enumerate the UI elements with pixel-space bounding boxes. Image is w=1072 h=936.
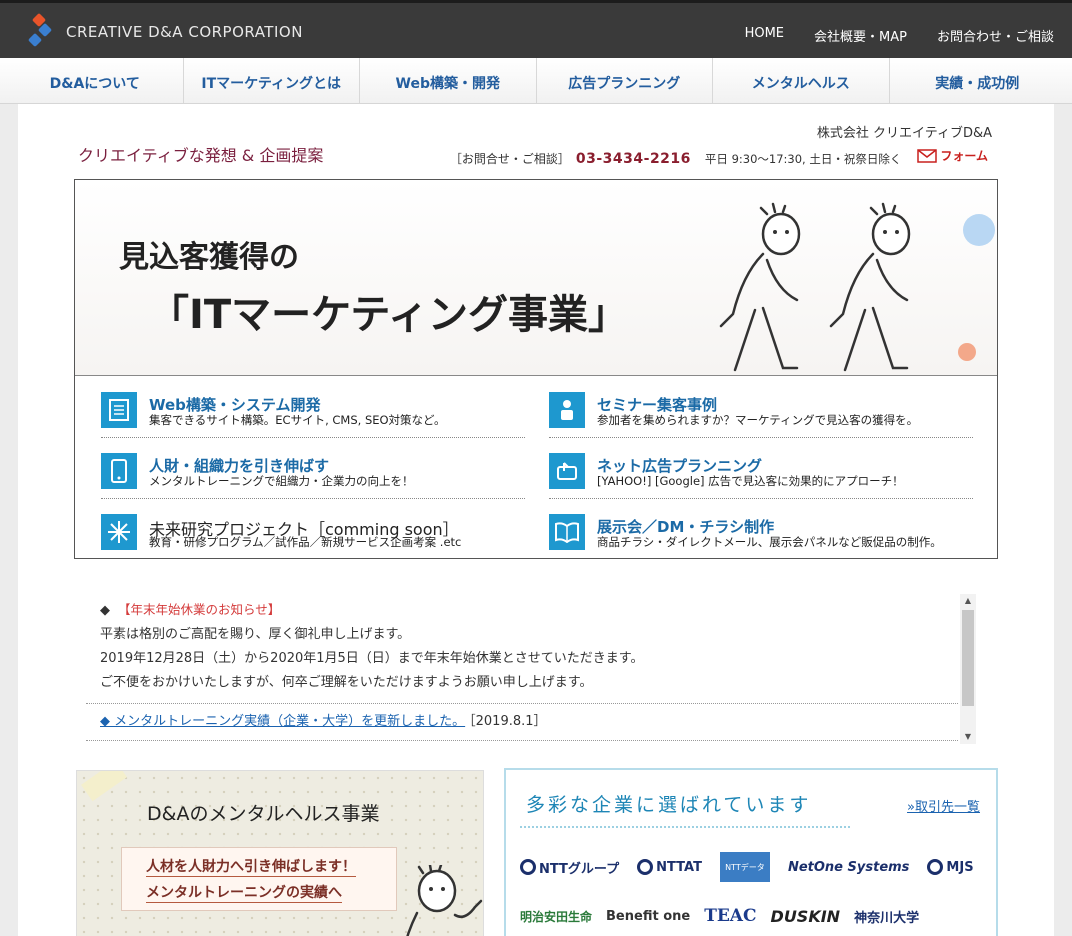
hero-line2: 「ITマーケティング事業」 — [149, 292, 628, 338]
client-logo[interactable]: DUSKIN — [771, 907, 841, 926]
news-line: 平素は格別のご高配を賜り、厚く御礼申し上げます。 — [100, 627, 411, 642]
gnav-results[interactable]: 実績・成功例 — [890, 58, 1066, 103]
tagline: クリエイティブな発想 & 企画提案 — [78, 146, 324, 165]
service-desc: 商品チラシ・ダイレクトメール、展示会パネルなど販促品の制作。 — [597, 535, 942, 549]
company-name: 株式会社 クリエイティブD&A — [816, 126, 992, 141]
gnav-it-marketing[interactable]: ITマーケティングとは — [184, 58, 360, 103]
service-title[interactable]: ネット広告プランニング — [597, 455, 762, 476]
scroll-down-icon[interactable]: ▼ — [960, 730, 976, 744]
news-bullet: ◆ — [100, 603, 110, 618]
scroll-thumb[interactable] — [962, 610, 974, 706]
client-logo[interactable]: NTTグループ — [520, 858, 619, 877]
hero-line1: 見込客獲得の — [119, 240, 299, 275]
service-web[interactable]: Web構築・システム開発 集客できるサイト構築。ECサイト, CMS, SEO対… — [101, 382, 525, 438]
service-desc: 教育・研修プログラム／試作品／新規サービス企画考案 .etc — [149, 535, 462, 549]
title-underline — [520, 824, 850, 828]
mjs-icon — [927, 859, 944, 875]
company-logo[interactable] — [24, 11, 60, 53]
person-icon — [549, 392, 585, 428]
gnav-web[interactable]: Web構築・開発 — [360, 58, 537, 103]
topnav-company[interactable]: 会社概要・MAP — [814, 26, 907, 45]
phone-number: 03-3434-2216 — [575, 150, 691, 167]
client-logos-row-1: NTTグループ NTTAT NTTデータ NetOne Systems MJS — [520, 852, 974, 882]
tablet-icon — [101, 453, 137, 489]
gnav-mental-health[interactable]: メンタルヘルス — [713, 58, 890, 103]
scroll-up-icon[interactable]: ▲ — [960, 594, 976, 608]
sparkle-icon — [101, 514, 137, 550]
client-logo[interactable]: 神奈川大学 — [854, 907, 919, 926]
document-icon — [101, 392, 137, 428]
topnav-contact[interactable]: お問合わせ・ご相談 — [937, 26, 1054, 45]
clients-title: 多彩な企業に選ばれています — [526, 794, 812, 816]
top-bar: CREATIVE D&A CORPORATION HOME 会社概要・MAP お… — [0, 0, 1072, 58]
tape-decoration — [81, 771, 127, 802]
news-title: 【年末年始休業のお知らせ】 — [118, 602, 281, 617]
gnav-ads[interactable]: 広告プランニング — [537, 58, 713, 103]
form-label: フォーム — [940, 149, 988, 163]
news-date: ［2019.8.1］ — [469, 714, 547, 729]
hero-box: 見込客獲得の 「ITマーケティング事業」 Web構築・システム開発 集客できるサ… — [74, 179, 998, 559]
news-heading: ◆ 【年末年始休業のお知らせ】 — [86, 594, 958, 623]
contact-label: ［お問合せ・ご相談］ — [449, 151, 570, 166]
client-logos-row-2: 明治安田生命 Benefit one TEAC DUSKIN 神奈川大学 — [520, 906, 919, 926]
client-logo[interactable]: MJS — [927, 859, 974, 875]
mental-health-card[interactable]: D&Aのメンタルヘルス事業 人材を人財力へ引き伸ばします！ メンタルトレーニング… — [76, 770, 484, 936]
news-content: ◆ 【年末年始休業のお知らせ】 平素は格別のご高配を賜り、厚く御礼申し上げます。 … — [86, 594, 958, 744]
mental-card-title: D&Aのメンタルヘルス事業 — [147, 803, 380, 825]
client-logo[interactable]: NetOne Systems — [788, 860, 909, 875]
service-title[interactable]: セミナー集客事例 — [597, 394, 717, 415]
contact-form-link[interactable]: フォーム — [917, 147, 988, 164]
mail-icon — [917, 148, 938, 163]
brand-name[interactable]: CREATIVE D&A CORPORATION — [66, 23, 303, 41]
service-title[interactable]: 人財・組織力を引き伸ばす — [149, 455, 329, 476]
person-illustration — [406, 865, 483, 936]
walking-people-illustration — [719, 202, 995, 372]
news-panel[interactable]: ◆ 【年末年始休業のお知らせ】 平素は格別のご高配を賜り、厚く御礼申し上げます。 … — [86, 594, 976, 744]
clients-card: 多彩な企業に選ばれています »取引先一覧 NTTグループ NTTAT NTTデー… — [504, 768, 998, 936]
service-title[interactable]: Web構築・システム開発 — [149, 394, 320, 415]
client-logo[interactable]: NTTデータ — [719, 852, 770, 882]
service-title[interactable]: 展示会／DM・チラシ制作 — [597, 516, 774, 537]
service-desc: 集客できるサイト構築。ECサイト, CMS, SEO対策など。 — [149, 413, 446, 427]
service-desc: メンタルトレーニングで組織力・企業力の向上を！ — [149, 474, 414, 488]
news-divider — [86, 740, 958, 741]
service-seminar[interactable]: セミナー集客事例 参加者を集められますか？マーケティングで見込客の獲得を。 — [549, 382, 973, 438]
news-line: ご不便をおかけいたしますが、何卒ご理解をいただけますようお願い申し上げます。 — [100, 675, 593, 690]
news-line: 2019年12月28日（土）から2020年1月5日（日）まで年末年始休業とさせて… — [100, 651, 644, 666]
news-scrollbar[interactable]: ▲ ▼ — [960, 594, 976, 744]
client-logo[interactable]: Benefit one — [606, 909, 690, 924]
hero-banner[interactable]: 見込客獲得の 「ITマーケティング事業」 — [75, 180, 997, 376]
client-logo[interactable]: TEAC — [704, 906, 756, 926]
clients-list-link[interactable]: »取引先一覧 — [907, 796, 980, 815]
ntt-icon — [520, 859, 536, 875]
topnav-home[interactable]: HOME — [745, 26, 784, 45]
news-item: ◆ メンタルトレーニング実績（企業・大学）を更新しました。 ［2019.8.1］ — [86, 704, 958, 734]
service-future[interactable]: 未来研究プロジェクト［comming soon］ 教育・研修プログラム／試作品／… — [101, 504, 525, 560]
business-hours: 平日 9:30〜17:30, 土日・祝祭日除く — [704, 151, 902, 166]
service-ads[interactable]: ネット広告プランニング [YAHOO!] [Google] 広告で見込客に効果的… — [549, 443, 973, 499]
service-exhibition[interactable]: 展示会／DM・チラシ制作 商品チラシ・ダイレクトメール、展示会パネルなど販促品の… — [549, 504, 973, 556]
service-desc: [YAHOO!] [Google] 広告で見込客に効果的にアプローチ！ — [597, 474, 904, 488]
book-icon — [549, 514, 585, 550]
gnav-about[interactable]: D&Aについて — [7, 58, 184, 103]
client-logo[interactable]: 明治安田生命 — [520, 908, 592, 925]
global-nav: D&Aについて ITマーケティングとは Web構築・開発 広告プランニング メン… — [0, 58, 1072, 104]
ntt-icon — [637, 859, 654, 875]
mental-card-box[interactable]: 人材を人財力へ引き伸ばします！ メンタルトレーニングの実績へ — [121, 847, 397, 911]
client-logo[interactable]: NTTAT — [637, 859, 702, 875]
contact-line: ［お問合せ・ご相談］ 03-3434-2216 平日 9:30〜17:30, 土… — [450, 147, 988, 167]
service-hr[interactable]: 人財・組織力を引き伸ばす メンタルトレーニングで組織力・企業力の向上を！ — [101, 443, 525, 499]
news-link[interactable]: ◆ メンタルトレーニング実績（企業・大学）を更新しました。 — [100, 714, 465, 729]
cursor-icon — [549, 453, 585, 489]
service-desc: 参加者を集められますか？マーケティングで見込客の獲得を。 — [597, 413, 919, 427]
main-content: クリエイティブな発想 & 企画提案 株式会社 クリエイティブD&A ［お問合せ・… — [18, 104, 1054, 936]
mental-card-line2: メンタルトレーニングの実績へ — [146, 882, 342, 903]
mental-card-line1: 人材を人財力へ引き伸ばします！ — [146, 856, 356, 877]
top-nav: HOME 会社概要・MAP お問合わせ・ご相談 — [745, 26, 1054, 45]
